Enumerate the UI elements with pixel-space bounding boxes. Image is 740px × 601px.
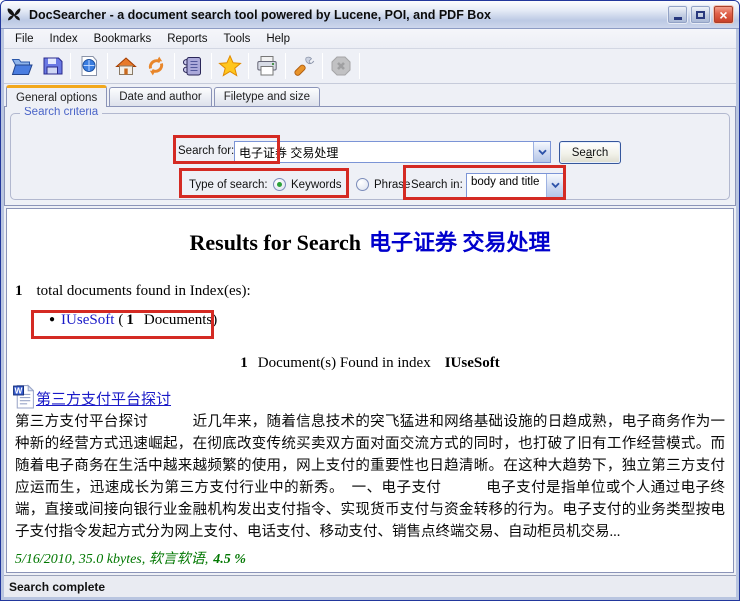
phrase-label: Phrase [374,179,410,191]
toolbar-separator [285,53,286,79]
tab-filetype-and-size[interactable]: Filetype and size [214,87,320,106]
minimize-button[interactable] [667,5,688,24]
total-text: total documents found in Index(es): [37,283,251,299]
app-window: DocSearcher - a document search tool pow… [0,0,740,601]
menu-reports[interactable]: Reports [159,31,215,47]
svg-text:W: W [15,385,23,395]
results-heading: Results for Search 电子证券 交易处理 [7,225,733,257]
toolbar-separator [211,53,212,79]
open-button[interactable] [7,52,37,81]
document-title-link[interactable]: 第三方支付平台探讨 [36,388,171,409]
chevron-down-icon [538,149,547,156]
results-pane: Results for Search 电子证券 交易处理 1 total docum… [6,208,734,573]
toolbar-separator [107,53,108,79]
keywords-radio[interactable] [273,178,286,191]
results-heading-query: 电子证券 交易处理 [369,230,551,255]
status-bar: Search complete [4,575,736,597]
star-icon [218,54,242,78]
search-query-input[interactable] [235,142,533,162]
tab-strip: General options Date and author Filetype… [4,84,736,106]
save-button[interactable] [37,52,67,81]
menu-bar: File Index Bookmarks Reports Tools Help [4,29,736,49]
hit-paren: ( [118,312,123,328]
close-icon: × [719,8,727,22]
found-in-index-line: 1 Document(s) Found in index IUseSoft [7,355,733,372]
title-bar: DocSearcher - a document search tool pow… [1,1,739,29]
index-book-icon [181,54,205,78]
type-of-search-label: Type of search: [189,179,268,191]
total-count: 1 [15,283,23,299]
phrase-radio[interactable] [356,178,369,191]
document-path: D:\iusesoft\论文\第三方支付平台探讨.doc [15,571,733,573]
metadata-score: 4.5 % [213,552,246,567]
minimize-icon [674,17,682,20]
hit-count: 1 [126,312,134,328]
menu-bookmarks[interactable]: Bookmarks [86,31,160,47]
metadata-text: 5/16/2010, 35.0 kbytes, 软言软语, [15,552,208,567]
home-icon [114,54,138,78]
search-panel: Search criteria Search for: Search Type … [4,106,736,206]
document-result: W 第三方支付平台探讨 [13,384,733,409]
chevron-down-icon [551,182,560,189]
refresh-button[interactable] [141,52,171,81]
bullet-icon: ● [49,314,55,325]
open-folder-icon [10,54,34,78]
print-button[interactable] [252,52,282,81]
toolbar-separator [70,53,71,79]
menu-file[interactable]: File [7,31,42,47]
group-title: Search criteria [20,106,102,118]
stop-icon [329,54,353,78]
window-frame: File Index Bookmarks Reports Tools Help [4,29,736,597]
search-for-dropdown-button[interactable] [533,142,550,162]
radio-dot-icon [277,182,282,187]
preview-button[interactable] [74,52,104,81]
search-in-combobox[interactable]: body and title [466,173,564,198]
search-in-value: body and title [467,174,546,197]
toolbar-separator [359,53,360,79]
results-heading-prefix: Results for Search [189,230,361,255]
keywords-label: Keywords [291,179,342,191]
tab-general-options[interactable]: General options [6,85,107,107]
preview-document-icon [77,54,101,78]
index-button[interactable] [178,52,208,81]
search-button[interactable]: Search [559,141,621,164]
favorites-button[interactable] [215,52,245,81]
found-text: Document(s) Found in index [258,355,431,371]
document-metadata: 5/16/2010, 35.0 kbytes, 软言软语, 4.5 % [15,548,733,568]
window-title: DocSearcher - a document search tool pow… [29,8,667,22]
menu-tools[interactable]: Tools [215,31,258,47]
settings-button[interactable] [289,52,319,81]
stop-button[interactable] [326,52,356,81]
close-button[interactable]: × [713,5,734,24]
document-snippet: 第三方支付平台探讨 近几年来，随着信息技术的突飞猛进和网络基础设施的日趋成熟，电… [15,411,725,543]
home-button[interactable] [111,52,141,81]
tab-date-and-author[interactable]: Date and author [109,87,211,106]
toolbar-separator [322,53,323,79]
status-text: Search complete [9,580,105,594]
toolbar-separator [248,53,249,79]
maximize-button[interactable] [690,5,711,24]
search-in-dropdown-button[interactable] [546,174,563,197]
wrench-icon [292,54,316,78]
index-hit-item: ● IUseSoft(1 Documents) [49,312,733,329]
maximize-icon [696,11,705,19]
toolbar [4,49,736,84]
search-in-label: Search in: [411,179,463,191]
menu-index[interactable]: Index [42,31,86,47]
refresh-icon [144,54,168,78]
hit-suffix: Documents) [144,312,217,328]
printer-icon [255,54,279,78]
index-link[interactable]: IUseSoft [61,312,114,328]
save-floppy-icon [40,54,64,78]
search-for-label: Search for: [178,145,234,157]
found-count: 1 [240,355,248,371]
search-for-combobox[interactable] [234,141,551,163]
word-document-icon: W [13,384,34,409]
found-index-name: IUseSoft [445,355,500,371]
menu-help[interactable]: Help [258,31,298,47]
total-documents-line: 1 total documents found in Index(es): [15,283,733,300]
app-icon [6,6,23,23]
toolbar-separator [174,53,175,79]
